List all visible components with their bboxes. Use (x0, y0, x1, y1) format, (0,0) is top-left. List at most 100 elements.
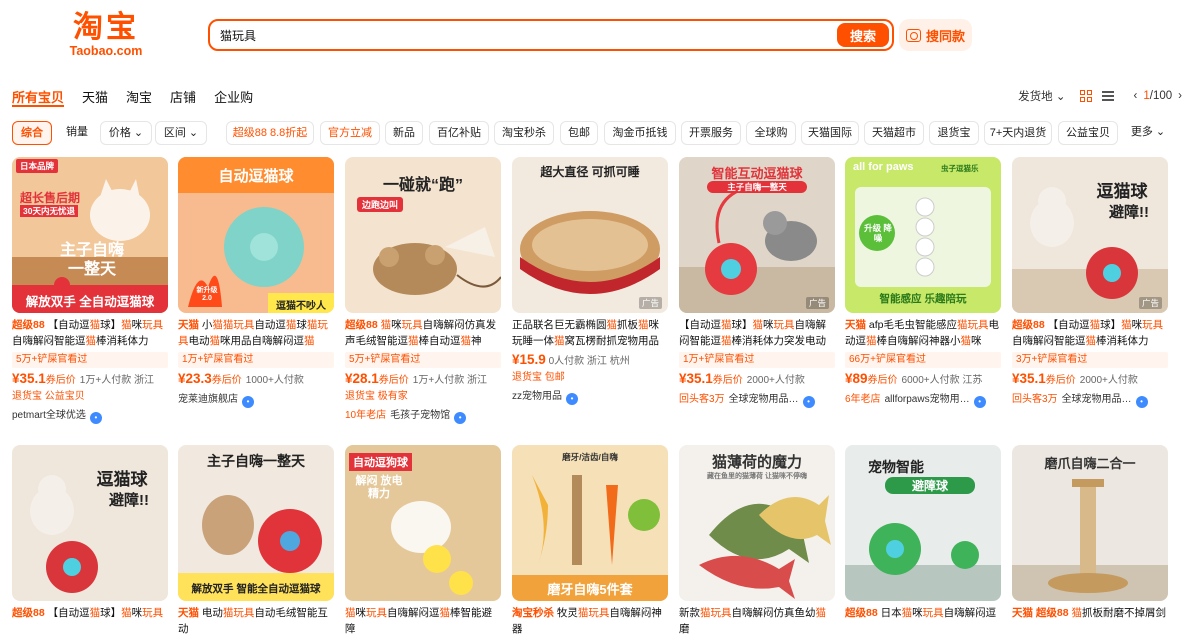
filter-flash-sale[interactable]: 淘宝秒杀 (494, 121, 554, 145)
shop-link[interactable]: 宠莱迪旗舰店 • (178, 392, 334, 408)
viewed-count: 5万+铲屎官看过 (345, 352, 501, 368)
shop-link[interactable]: 回头客3万 全球宠物用品… • (1012, 392, 1168, 408)
product-card[interactable]: 猫薄荷的魔力 藏在鱼里的猫薄荷 让猫咪不停嗨 新款猫玩具自嗨解闷仿真鱼幼猫磨 (679, 445, 835, 637)
shop-link[interactable]: 回头客3万 全球宠物用品… • (679, 392, 835, 408)
filter-7day-return[interactable]: 7+天内退货 (984, 121, 1052, 145)
search-same-button[interactable]: 搜同款 (899, 19, 972, 51)
filter-free-shipping[interactable]: 包邮 (560, 121, 598, 145)
chat-icon[interactable]: • (454, 412, 467, 424)
tab-taobao[interactable]: 淘宝 (126, 87, 152, 107)
product-image[interactable]: 磨牙/洁齿/自嗨 磨牙自嗨5件套 (512, 445, 668, 601)
product-image[interactable]: 主子自嗨一整天 解放双手 智能全自动逗猫球 (178, 445, 334, 601)
product-title[interactable]: 天猫 超级88 猫抓板耐磨不掉屑剑 (1012, 605, 1168, 637)
shop-link[interactable]: 6年老店 allforpaws宠物用… • (845, 392, 1001, 408)
chat-icon[interactable]: • (973, 396, 986, 408)
next-page-icon[interactable]: › (1178, 90, 1182, 102)
filter-tmall-intl[interactable]: 天猫国际 (801, 121, 859, 145)
sales-count: 2000+人付款 (746, 375, 805, 386)
product-card[interactable]: 宠物智能 避障球 超级88 日本猫咪玩具自嗨解闷逗 (845, 445, 1001, 637)
product-image[interactable]: 一碰就“跑” 边跑边叫 (345, 157, 501, 313)
filter-charity[interactable]: 公益宝贝 (1058, 121, 1118, 145)
product-card[interactable]: 日本品牌 超长售后期 30天内无忧退 主子自嗨 一整天 解放双手 全自动逗猫球 … (12, 157, 168, 424)
filter-sales[interactable]: 销量 (58, 121, 96, 145)
grid-view-icon[interactable] (1079, 90, 1092, 102)
product-card[interactable]: 一碰就“跑” 边跑边叫 超级88 猫咪玩具自嗨解闷仿真发声毛绒智能逗猫棒自动逗猫… (345, 157, 501, 424)
product-image[interactable]: 猫薄荷的魔力 藏在鱼里的猫薄荷 让猫咪不停嗨 (679, 445, 835, 601)
filter-comprehensive[interactable]: 综合 (12, 121, 52, 145)
logo-english: Taobao.com (69, 44, 143, 58)
list-view-icon[interactable] (1101, 90, 1114, 102)
filter-new[interactable]: 新品 (385, 121, 423, 145)
shop-link[interactable]: petmart全球优选 • (12, 408, 168, 424)
product-image[interactable]: 自动逗狗球 解闷 放电精力 (345, 445, 501, 601)
product-card[interactable]: 自动逗狗球 解闷 放电精力 猫咪玩具自嗨解闷逗猫棒智能避障 (345, 445, 501, 637)
product-card[interactable]: 逗猫球 避障!! 超级88 【自动逗猫球】猫咪玩具 (12, 445, 168, 637)
product-card[interactable]: 自动逗猫球 新升级 2.0 逗猫不吵人 天猫 小猫猫玩具自动逗猫球猫玩具电动猫咪… (178, 157, 334, 408)
product-title[interactable]: 淘宝秒杀 牧灵猫玩具自嗨解闷神器 (512, 605, 668, 637)
product-title[interactable]: 新款猫玩具自嗨解闷仿真鱼幼猫磨 (679, 605, 835, 637)
product-image[interactable]: 宠物智能 避障球 (845, 445, 1001, 601)
location: 浙江 (466, 375, 487, 386)
product-title[interactable]: 天猫 afp毛毛虫智能感应猫玩具电动逗猫棒自嗨解闷神器小猫咪消… (845, 317, 1001, 349)
product-image[interactable]: 磨爪自嗨二合一 (1012, 445, 1168, 601)
shop-name: zz宠物用品 (512, 391, 562, 402)
filter-invoice[interactable]: 开票服务 (681, 121, 741, 145)
filter-tmall-super[interactable]: 天猫超市 (864, 121, 924, 145)
product-image[interactable]: 日本品牌 超长售后期 30天内无忧退 主子自嗨 一整天 解放双手 全自动逗猫球 (12, 157, 168, 313)
tab-shops[interactable]: 店铺 (170, 87, 196, 107)
product-image[interactable]: 自动逗猫球 新升级 2.0 逗猫不吵人 (178, 157, 334, 313)
taobao-logo[interactable]: 淘宝 Taobao.com (68, 12, 144, 59)
chat-icon[interactable]: • (566, 393, 578, 405)
chat-icon[interactable]: • (802, 396, 815, 408)
product-card[interactable]: 智能互动逗猫球 主子自嗨一整天 广告 【自动逗猫球】猫咪玩具自嗨解闷智能逗猫棒消… (679, 157, 835, 408)
product-image[interactable]: all for paws 虫子逗猫乐 升级 降噪 智能感应 乐趣陪玩 (845, 157, 1001, 313)
product-card[interactable]: 磨牙/洁齿/自嗨 磨牙自嗨5件套 淘宝秒杀 牧灵猫玩具自嗨解闷神器 (512, 445, 668, 637)
brand-badge: 超级88 (345, 319, 378, 331)
product-card[interactable]: all for paws 虫子逗猫乐 升级 降噪 智能感应 乐趣陪玩 天猫 af… (845, 157, 1001, 408)
ship-from-dropdown[interactable]: 发货地 ⌄ (1018, 88, 1065, 104)
prev-page-icon[interactable]: ‹ (1134, 90, 1138, 102)
filter-billion-subsidy[interactable]: 百亿补贴 (429, 121, 489, 145)
tab-all[interactable]: 所有宝贝 (12, 87, 65, 107)
product-image[interactable]: 逗猫球 避障!! (12, 445, 168, 601)
search-input[interactable] (220, 26, 820, 44)
product-title[interactable]: 天猫 电动猫玩具自动毛绒智能互动 (178, 605, 334, 637)
image-subline: 解闷 放电精力 (355, 475, 403, 500)
shop-name: 全球宠物用品… (1061, 394, 1132, 405)
filter-official-discount[interactable]: 官方立减 (320, 121, 380, 145)
filter-more[interactable]: 更多 ⌄ (1122, 121, 1174, 145)
product-card[interactable]: 主子自嗨一整天 解放双手 智能全自动逗猫球 天猫 电动猫玩具自动毛绒智能互动 (178, 445, 334, 637)
product-title[interactable]: 超级88 【自动逗猫球】猫咪玩具自嗨解闷智能逗猫棒消耗体力突… (1012, 317, 1168, 349)
title-text: 猫咪玩具自嗨解闷逗猫棒智能避障 (345, 607, 492, 635)
product-title[interactable]: 猫咪玩具自嗨解闷逗猫棒智能避障 (345, 605, 501, 637)
product-title[interactable]: 天猫 小猫猫玩具自动逗猫球猫玩具电动猫咪用品自嗨解闷逗猫神… (178, 317, 334, 349)
product-image[interactable]: 智能互动逗猫球 主子自嗨一整天 广告 (679, 157, 835, 313)
product-title[interactable]: 超级88 猫咪玩具自嗨解闷仿真发声毛绒智能逗猫棒自动逗猫神器… (345, 317, 501, 349)
filter-price[interactable]: 价格 ⌄ (100, 121, 152, 145)
product-image[interactable]: 逗猫球 避障!! 广告 (1012, 157, 1168, 313)
filter-return-insurance[interactable]: 退货宝 (929, 121, 979, 145)
shop-link[interactable]: 10年老店 毛孩子宠物馆 • (345, 408, 501, 424)
shop-link[interactable]: zz宠物用品 • (512, 389, 668, 405)
filter-super88[interactable]: 超级88 8.8折起 (226, 121, 314, 145)
product-card[interactable]: 超大直径 可抓可睡 广告 正品联名巨无霸椭圆猫抓板猫咪玩睡一体猫窝瓦楞耐抓宠物用… (512, 157, 668, 405)
shop-age-tag: 6年老店 (845, 394, 881, 405)
filter-coins[interactable]: 淘金币抵钱 (604, 121, 676, 145)
chat-icon[interactable]: • (89, 412, 102, 424)
product-card[interactable]: 磨爪自嗨二合一 天猫 超级88 猫抓板耐磨不掉屑剑 (1012, 445, 1168, 637)
tab-tmall[interactable]: 天猫 (82, 87, 108, 107)
filter-global[interactable]: 全球购 (746, 121, 796, 145)
tab-enterprise[interactable]: 企业购 (214, 87, 253, 107)
search-button[interactable]: 搜索 (837, 23, 889, 47)
product-title[interactable]: 【自动逗猫球】猫咪玩具自嗨解闷智能逗猫棒消耗体力突发电动 (679, 317, 835, 349)
product-title[interactable]: 正品联名巨无霸椭圆猫抓板猫咪玩睡一体猫窝瓦楞耐抓宠物用品 (512, 317, 668, 349)
product-title[interactable]: 超级88 【自动逗猫球】猫咪玩具 (12, 605, 168, 637)
title-text: 电动猫玩具自动毛绒智能互动 (178, 607, 328, 635)
product-card[interactable]: 逗猫球 避障!! 广告 超级88 【自动逗猫球】猫咪玩具自嗨解闷智能逗猫棒消耗体… (1012, 157, 1168, 408)
product-image[interactable]: 超大直径 可抓可睡 广告 (512, 157, 668, 313)
product-title[interactable]: 超级88 【自动逗猫球】猫咪玩具自嗨解闷智能逗猫棒消耗体力突… (12, 317, 168, 349)
filter-range[interactable]: 区间 ⌄ (155, 121, 207, 145)
product-title[interactable]: 超级88 日本猫咪玩具自嗨解闷逗 (845, 605, 1001, 637)
chat-icon[interactable]: • (242, 396, 254, 408)
chat-icon[interactable]: • (1135, 396, 1148, 408)
